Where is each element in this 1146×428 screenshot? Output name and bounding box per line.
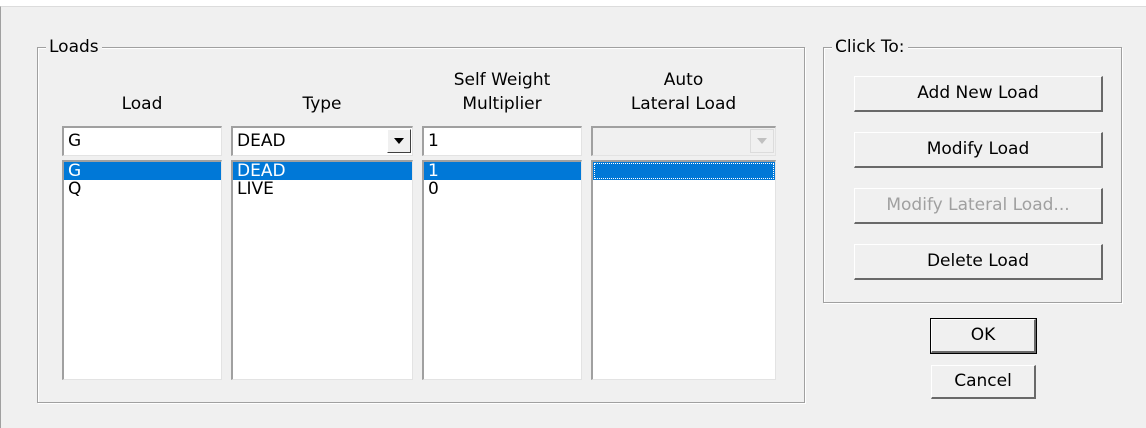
add-new-load-button[interactable]: Add New Load (854, 76, 1103, 112)
list-item[interactable] (593, 162, 775, 180)
load-type-list[interactable]: DEAD LIVE (231, 160, 413, 380)
auto-lateral-list[interactable] (591, 160, 776, 380)
loads-group: Loads Load Type Self Weight Multiplier A… (37, 36, 805, 403)
chevron-down-icon (394, 138, 404, 144)
load-column-header: Load (121, 94, 163, 114)
auto-lateral-dropdown (591, 126, 776, 156)
define-loads-dialog: Loads Load Type Self Weight Multiplier A… (0, 6, 1146, 428)
list-item[interactable]: 1 (424, 162, 581, 180)
load-type-dropdown-button[interactable] (387, 129, 411, 153)
load-type-value: DEAD (237, 131, 286, 151)
ok-button[interactable]: OK (930, 318, 1037, 354)
click-to-group-title: Click To: (832, 36, 908, 58)
chevron-down-icon (757, 138, 767, 144)
list-item[interactable]: 0 (424, 180, 581, 198)
list-item[interactable]: DEAD (233, 162, 412, 180)
modify-load-button[interactable]: Modify Load (854, 132, 1103, 168)
self-weight-list[interactable]: 1 0 (422, 160, 582, 380)
load-name-input[interactable]: G (62, 126, 222, 156)
self-weight-input[interactable]: 1 (422, 126, 582, 156)
list-item[interactable]: Q (64, 180, 221, 198)
type-column-header: Type (302, 94, 342, 114)
list-item[interactable]: G (64, 162, 221, 180)
click-to-group: Click To: Add New Load Modify Load Modif… (823, 36, 1122, 303)
load-type-dropdown[interactable]: DEAD (231, 126, 413, 156)
cancel-button[interactable]: Cancel (931, 365, 1036, 399)
list-item[interactable] (593, 180, 775, 198)
list-item[interactable]: LIVE (233, 180, 412, 198)
modify-lateral-load-button: Modify Lateral Load... (854, 188, 1103, 224)
auto-lateral-dropdown-button (750, 129, 774, 153)
delete-load-button[interactable]: Delete Load (854, 244, 1103, 280)
load-name-list[interactable]: G Q (62, 160, 222, 380)
self-weight-column-header: Self Weight Multiplier (453, 70, 551, 114)
loads-group-title: Loads (46, 36, 102, 58)
auto-lateral-column-header: Auto Lateral Load (630, 70, 737, 114)
